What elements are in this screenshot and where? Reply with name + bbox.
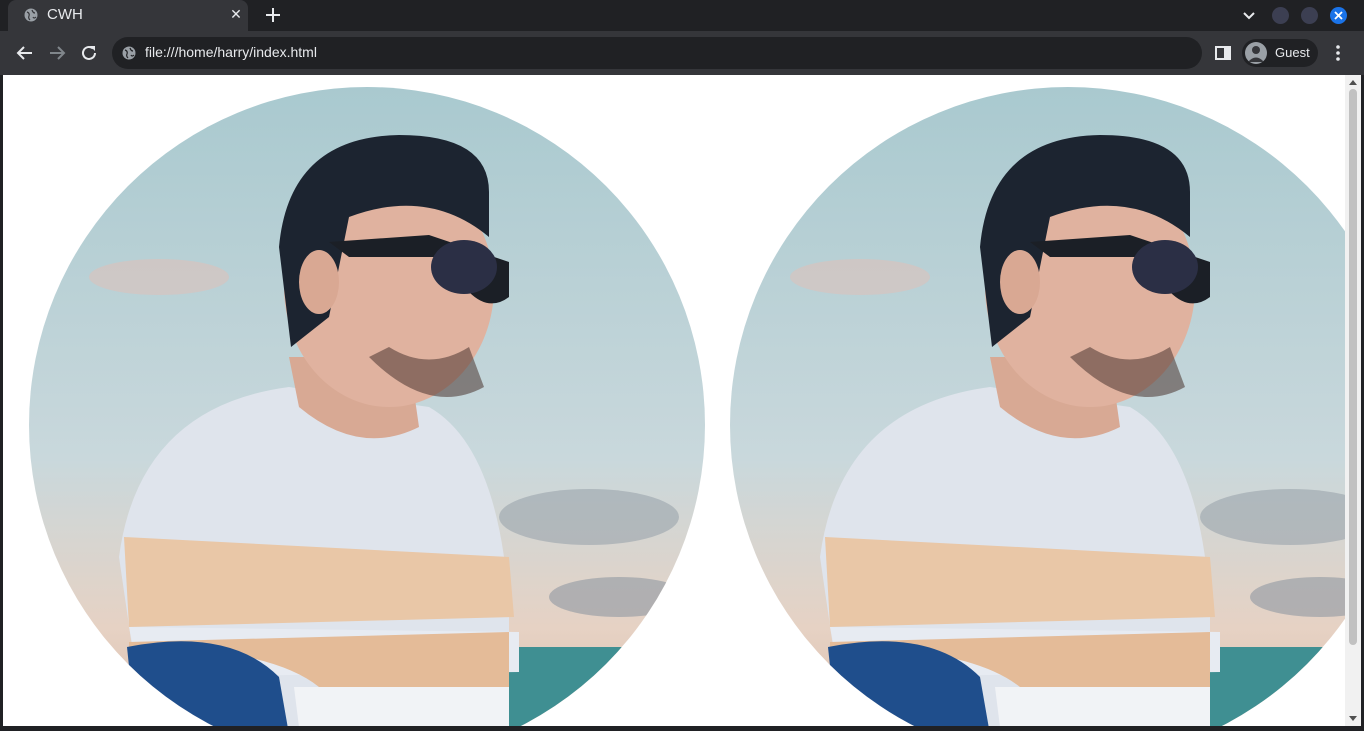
new-tab-icon[interactable] — [263, 5, 283, 25]
maximize-button[interactable] — [1301, 7, 1318, 24]
profile-button[interactable]: Guest — [1242, 39, 1318, 67]
address-url: file:///home/harry/index.html — [145, 44, 317, 60]
tab-title: CWH — [47, 6, 83, 23]
tab-close-icon[interactable]: ✕ — [228, 6, 244, 22]
browser-toolbar: file:///home/harry/index.html Guest — [0, 31, 1364, 75]
tab-active[interactable]: CWH ✕ — [8, 0, 248, 31]
kebab-menu-icon[interactable] — [1329, 44, 1347, 62]
tab-strip: CWH ✕ — [0, 0, 1364, 31]
close-window-button[interactable] — [1330, 7, 1347, 24]
globe-icon — [122, 46, 136, 60]
account-circle-icon — [1245, 42, 1267, 64]
window-border-bottom — [0, 726, 1364, 731]
page-viewport — [3, 75, 1345, 726]
address-bar[interactable]: file:///home/harry/index.html — [112, 37, 1202, 69]
portrait-photo — [730, 87, 1345, 726]
side-panel-icon[interactable] — [1214, 44, 1232, 62]
close-icon — [1334, 11, 1343, 20]
scroll-up-arrow-icon[interactable] — [1349, 79, 1357, 87]
portrait-photo — [29, 87, 705, 726]
minimize-button[interactable] — [1272, 7, 1289, 24]
vertical-scrollbar[interactable] — [1345, 75, 1361, 726]
scroll-down-arrow-icon[interactable] — [1349, 714, 1357, 722]
back-arrow-icon[interactable] — [14, 42, 36, 64]
reload-icon[interactable] — [78, 42, 100, 64]
forward-arrow-icon[interactable] — [46, 42, 68, 64]
globe-icon — [24, 8, 38, 22]
chevron-down-icon[interactable] — [1240, 7, 1258, 25]
profile-label: Guest — [1275, 45, 1310, 60]
scrollbar-thumb[interactable] — [1349, 89, 1357, 645]
